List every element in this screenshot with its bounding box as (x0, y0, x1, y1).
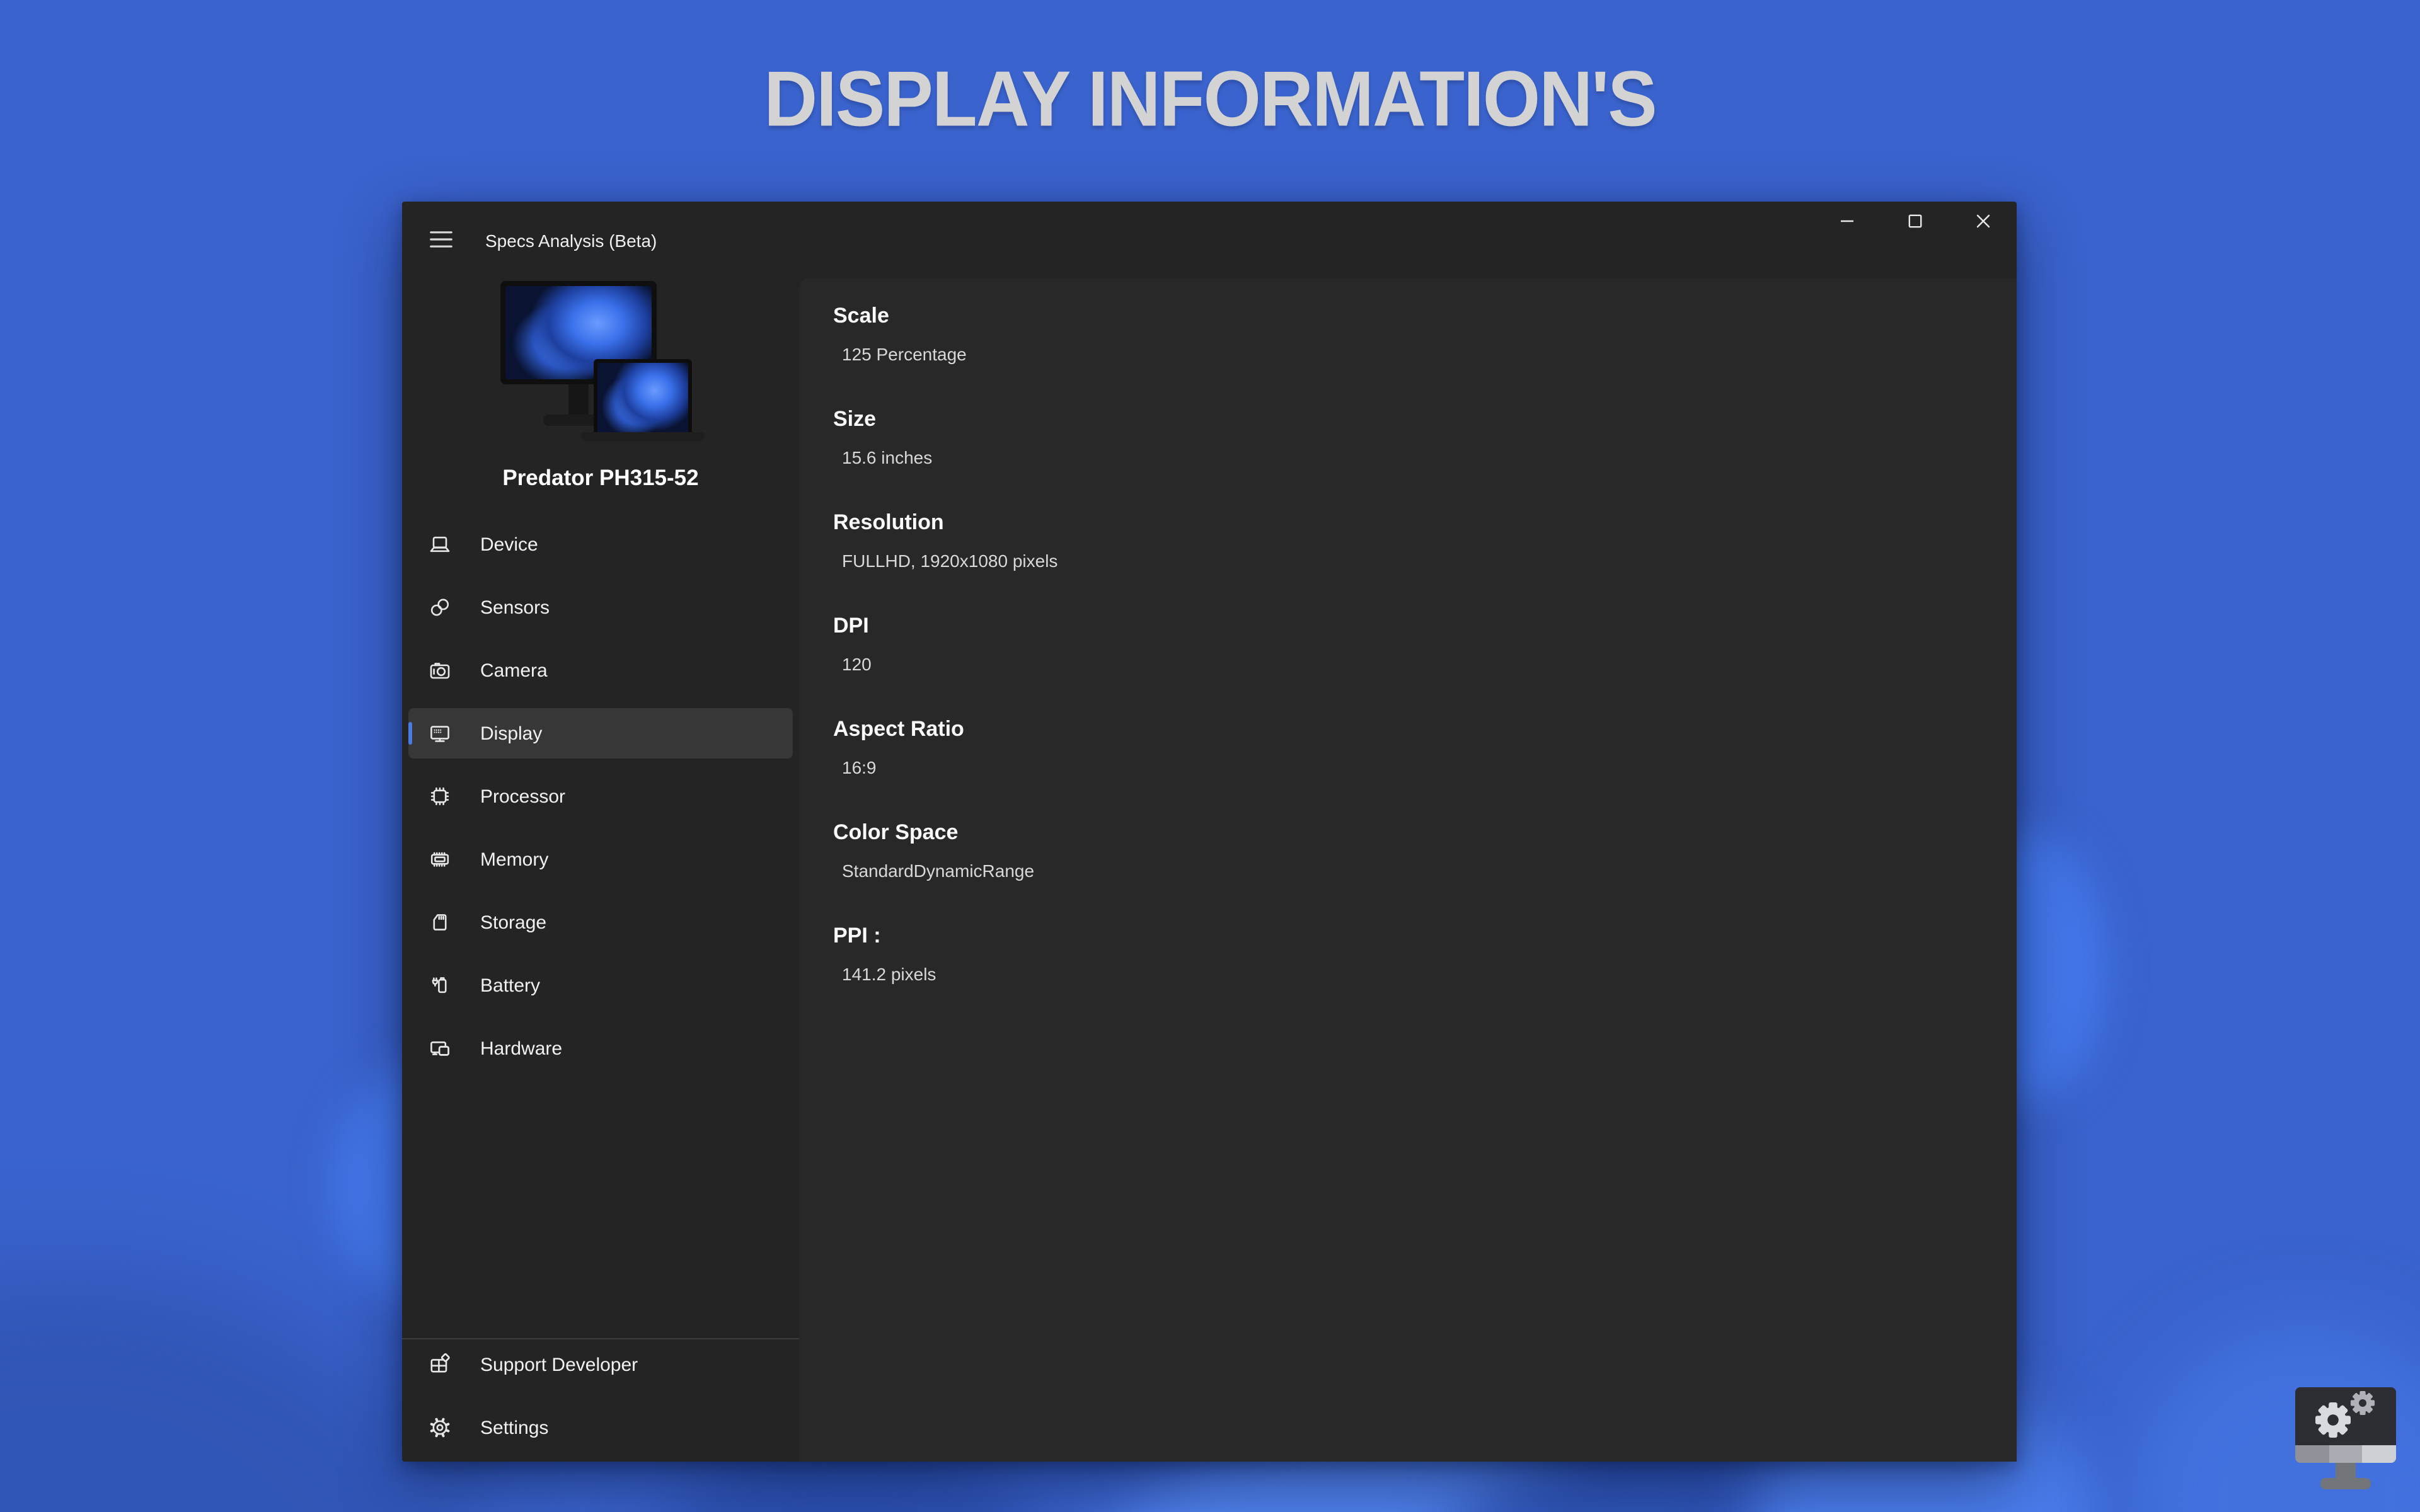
close-icon (1976, 212, 1990, 231)
display-icon (427, 721, 452, 746)
sidebar: Predator PH315-52 Device (402, 272, 799, 1462)
sidebar-item-memory[interactable]: Memory (408, 834, 793, 885)
menu-button[interactable] (430, 232, 452, 249)
sidebar-nav: Device Sensors (402, 519, 799, 1086)
sidebar-item-display[interactable]: Display (408, 708, 793, 759)
spec-value: 16:9 (842, 756, 2017, 779)
close-button[interactable] (1949, 194, 2017, 249)
sidebar-item-label: Hardware (480, 1038, 562, 1059)
spec-entry-scale: Scale 125 Percentage (833, 304, 2017, 365)
spec-value: 125 Percentage (842, 343, 2017, 365)
desktop-background: DISPLAY INFORMATION'S Specs Analysis (Be… (0, 0, 2420, 1512)
sidebar-item-label: Battery (480, 975, 540, 996)
sidebar-item-label: Storage (480, 912, 546, 933)
spec-entry-ppi: PPI : 141.2 pixels (833, 924, 2017, 985)
sidebar-item-sensors[interactable]: Sensors (408, 582, 793, 633)
spec-value: StandardDynamicRange (842, 859, 2017, 882)
device-image (500, 281, 701, 452)
laptop-icon (427, 532, 452, 557)
sensors-icon (427, 595, 452, 620)
spec-entry-resolution: Resolution FULLHD, 1920x1080 pixels (833, 510, 2017, 572)
sidebar-item-storage[interactable]: Storage (408, 897, 793, 948)
sidebar-item-label: Settings (480, 1417, 548, 1438)
sidebar-item-label: Support Developer (480, 1354, 638, 1375)
laptop-illustration (580, 359, 704, 442)
maximize-button[interactable] (1881, 194, 1949, 249)
spec-value: FULLHD, 1920x1080 pixels (842, 549, 2017, 572)
spec-value: 15.6 inches (842, 446, 2017, 469)
maximize-icon (1908, 212, 1922, 231)
spec-value: 141.2 pixels (842, 963, 2017, 985)
sidebar-item-label: Sensors (480, 597, 550, 618)
window-controls (1812, 194, 2017, 249)
sidebar-item-support-developer[interactable]: Support Developer (408, 1339, 793, 1390)
device-name: Predator PH315-52 (402, 465, 799, 491)
processor-icon (427, 784, 452, 809)
memory-icon (427, 847, 452, 872)
spec-label: PPI : (833, 924, 2017, 949)
storage-icon (427, 910, 452, 935)
selection-indicator (408, 722, 412, 745)
sidebar-item-label: Processor (480, 786, 565, 807)
spec-label: Color Space (833, 820, 2017, 845)
app-window: Specs Analysis (Beta) (402, 202, 2017, 1462)
spec-label: Scale (833, 304, 2017, 329)
sidebar-item-label: Device (480, 534, 538, 555)
app-logo (2295, 1387, 2396, 1491)
display-info-panel: Scale 125 Percentage Size 15.6 inches Re… (799, 278, 2017, 1462)
sidebar-item-device[interactable]: Device (408, 519, 793, 570)
hamburger-icon (430, 230, 452, 251)
spec-entry-aspect-ratio: Aspect Ratio 16:9 (833, 717, 2017, 779)
sidebar-item-hardware[interactable]: Hardware (408, 1023, 793, 1074)
app-title: Specs Analysis (Beta) (485, 231, 657, 251)
spec-label: Resolution (833, 510, 2017, 536)
battery-icon (427, 973, 452, 998)
spec-value: 120 (842, 653, 2017, 675)
sidebar-item-label: Display (480, 723, 542, 744)
sidebar-item-battery[interactable]: Battery (408, 960, 793, 1011)
monitor-gears-icon (2295, 1474, 2396, 1496)
minimize-icon (1840, 212, 1853, 231)
spec-entry-size: Size 15.6 inches (833, 407, 2017, 469)
store-icon (427, 1352, 452, 1377)
gear-icon (427, 1415, 452, 1440)
page-title: DISPLAY INFORMATION'S (24, 54, 2395, 144)
sidebar-item-settings[interactable]: Settings (408, 1402, 793, 1453)
sidebar-item-label: Memory (480, 849, 548, 870)
spec-entry-dpi: DPI 120 (833, 614, 2017, 675)
camera-icon (427, 658, 452, 683)
hardware-icon (427, 1036, 452, 1061)
titlebar: Specs Analysis (Beta) (402, 202, 2017, 272)
minimize-button[interactable] (1812, 194, 1881, 249)
spec-label: Size (833, 407, 2017, 432)
spec-entry-color-space: Color Space StandardDynamicRange (833, 820, 2017, 882)
spec-label: DPI (833, 614, 2017, 639)
sidebar-item-processor[interactable]: Processor (408, 771, 793, 822)
sidebar-footer: Support Developer (402, 1338, 799, 1462)
sidebar-item-label: Camera (480, 660, 548, 681)
spec-label: Aspect Ratio (833, 717, 2017, 742)
sidebar-item-camera[interactable]: Camera (408, 645, 793, 696)
